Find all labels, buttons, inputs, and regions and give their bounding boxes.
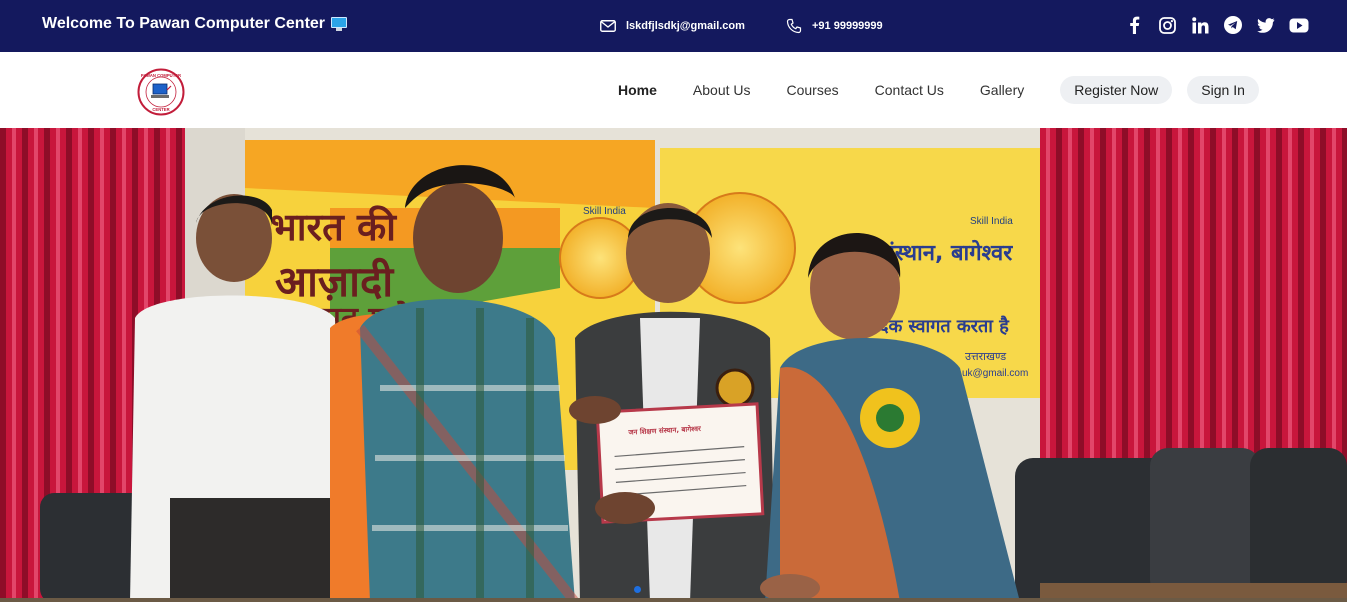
phone-text[interactable]: +91 99999999	[812, 20, 883, 32]
instagram-icon[interactable]	[1157, 14, 1177, 36]
banner-left-line1: भारत की	[270, 205, 397, 249]
welcome-text: Welcome To Pawan Computer Center	[42, 15, 326, 32]
email-text[interactable]: lskdfjlsdkj@gmail.com	[626, 20, 745, 32]
youtube-icon[interactable]	[1289, 14, 1309, 36]
telegram-icon[interactable]	[1223, 14, 1243, 36]
phone-icon	[786, 18, 802, 34]
banner-right-line3: उत्तराखण्ड	[965, 350, 1006, 363]
banner-right-email: uk@gmail.com	[962, 368, 1028, 379]
main-nav: Home About Us Courses Contact Us Gallery…	[600, 76, 1259, 104]
slider-dots	[634, 586, 641, 593]
welcome-text-wrap: Welcome To Pawan Computer Center	[42, 15, 348, 33]
nav-courses[interactable]: Courses	[787, 76, 839, 104]
hero-bottom-edge	[0, 598, 1347, 602]
nav-gallery[interactable]: Gallery	[980, 76, 1024, 104]
social-links	[1124, 14, 1309, 36]
site-logo[interactable]: PAWAN COMPUTER CENTER	[137, 68, 185, 116]
banner-right-line1: संस्थान, बागेश्वर	[879, 239, 1013, 266]
skill-india-left: Skill India	[583, 206, 626, 217]
register-now-button[interactable]: Register Now	[1060, 76, 1173, 104]
nav-home[interactable]: Home	[618, 76, 657, 104]
phone-contact[interactable]: +91 99999999	[786, 0, 883, 52]
linkedin-icon[interactable]	[1190, 14, 1210, 36]
logo-text-top: PAWAN COMPUTER	[141, 73, 181, 78]
facebook-icon[interactable]	[1124, 14, 1144, 36]
nav-contact-us[interactable]: Contact Us	[875, 76, 944, 104]
computer-monitor-icon	[331, 16, 348, 32]
main-header: PAWAN COMPUTER CENTER Home About Us Cour…	[0, 52, 1347, 128]
sign-in-button[interactable]: Sign In	[1187, 76, 1259, 104]
twitter-icon[interactable]	[1256, 14, 1276, 36]
nav-about-us[interactable]: About Us	[693, 76, 751, 104]
banner-left-line2: आज़ादी	[275, 257, 395, 306]
slider-dot-1[interactable]	[634, 586, 641, 593]
hero-slider: भारत की आज़ादी अमृत महोत्सव Skill India …	[0, 128, 1347, 602]
envelope-icon	[600, 20, 616, 32]
email-contact[interactable]: lskdfjlsdkj@gmail.com	[600, 0, 745, 52]
top-bar: Welcome To Pawan Computer Center lskdfjl…	[0, 0, 1347, 52]
hero-photo: भारत की आज़ादी अमृत महोत्सव Skill India …	[0, 128, 1347, 602]
logo-text-bottom: CENTER	[152, 107, 169, 112]
skill-india-right: Skill India	[970, 216, 1013, 227]
